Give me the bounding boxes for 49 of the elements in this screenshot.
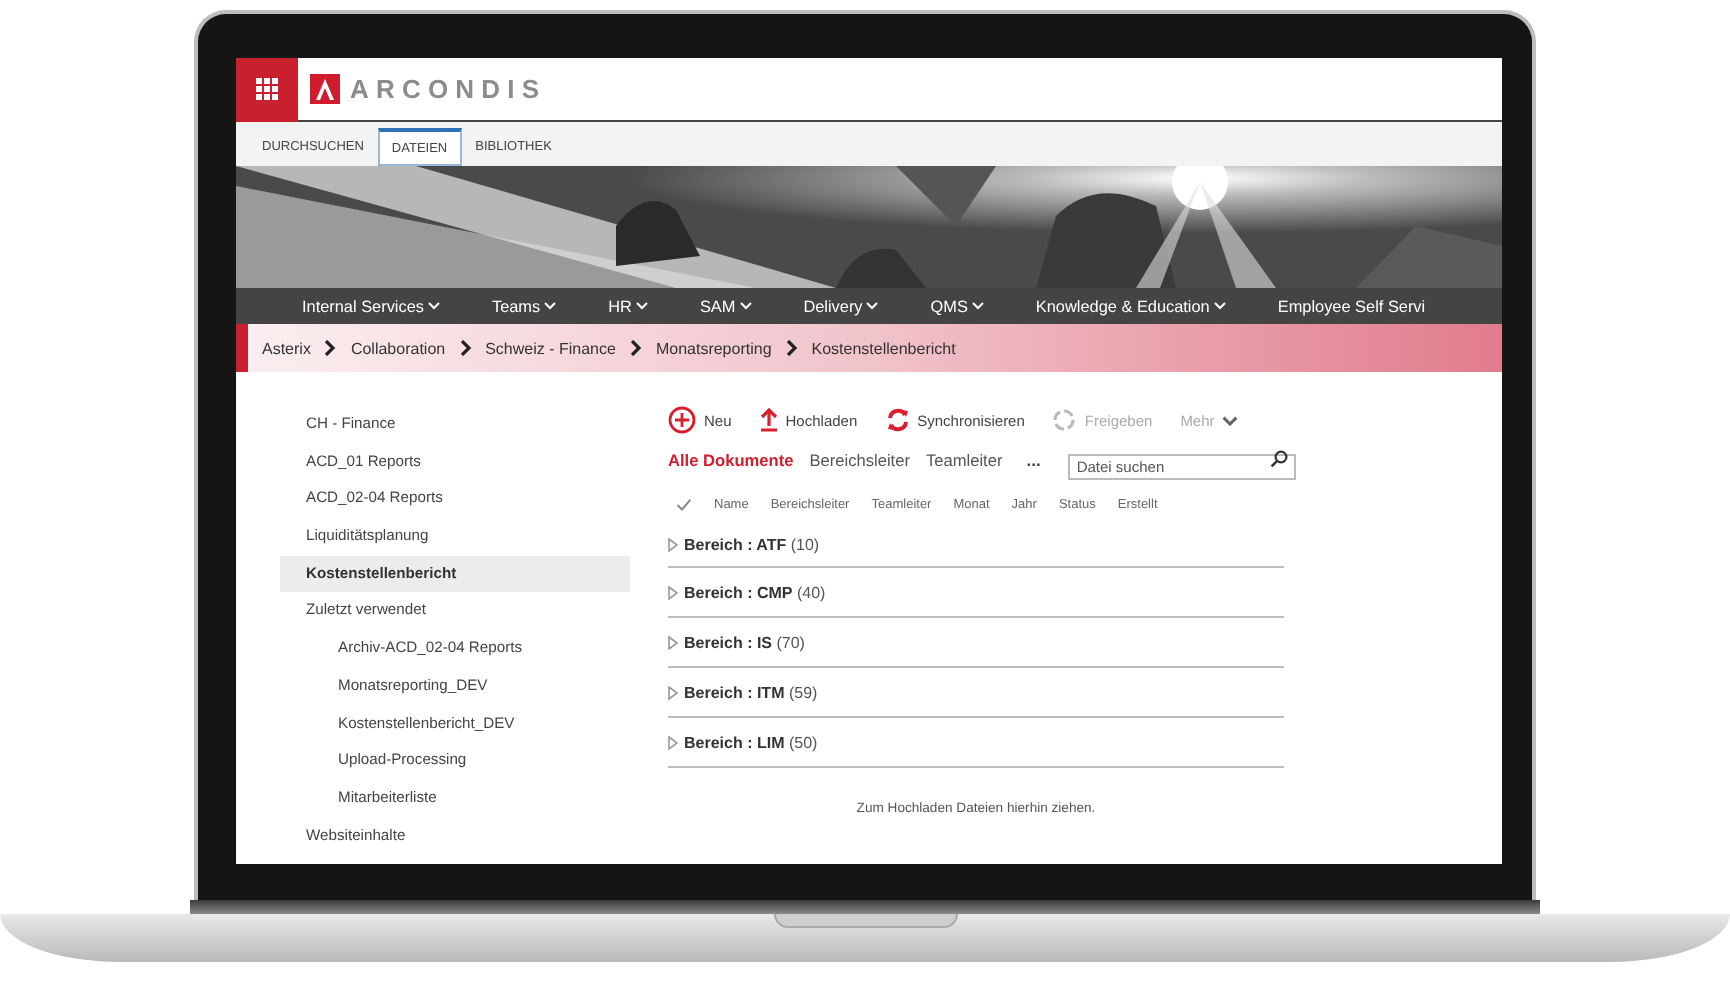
chevron-right-icon: [324, 340, 337, 356]
chevron-down-icon: [544, 302, 557, 310]
group-heading[interactable]: Bereich : ATF (10): [684, 536, 820, 554]
nav-menu-item[interactable]: Teams: [491, 297, 557, 315]
expand-arrow-icon[interactable]: [668, 538, 678, 552]
nav-menu-item[interactable]: SAM: [699, 297, 752, 315]
nav-menu-item[interactable]: QMS: [930, 297, 984, 315]
chevron-down-icon: [427, 302, 440, 310]
expand-arrow-icon[interactable]: [668, 635, 678, 649]
nav-menu-item[interactable]: Delivery: [803, 297, 879, 315]
more-views-button[interactable]: ...: [1018, 449, 1049, 469]
nav-menu-item[interactable]: HR: [608, 297, 648, 315]
chevron-down-icon: [866, 302, 879, 310]
group-heading[interactable]: Bereich : IS (70): [684, 633, 805, 651]
chevron-down-icon: [1213, 302, 1226, 310]
expand-arrow-icon[interactable]: [668, 735, 678, 749]
upload-icon: [759, 408, 778, 432]
breadcrumb-link[interactable]: Monatsreporting: [655, 339, 772, 357]
share-icon: [1052, 408, 1077, 432]
breadcrumb-link[interactable]: Kostenstellenbericht: [811, 339, 956, 357]
nav-menu-item[interactable]: Knowledge & Education: [1035, 297, 1226, 315]
chevron-down-icon: [971, 302, 984, 310]
view-tab[interactable]: Bereichsleiter: [809, 449, 910, 469]
chevron-right-icon: [459, 340, 472, 356]
view-tab[interactable]: Alle Dokumente: [668, 449, 794, 469]
group-heading[interactable]: Bereich : ITM (59): [684, 683, 818, 701]
group-heading[interactable]: Bereich : LIM (50): [684, 733, 818, 751]
grid-icon: [256, 78, 278, 100]
nav-menu-item[interactable]: Employee Self Servi: [1277, 297, 1426, 315]
chevron-down-icon: [739, 302, 752, 310]
breadcrumb-link[interactable]: Collaboration: [350, 339, 446, 357]
breadcrumb-link[interactable]: Schweiz - Finance: [485, 339, 616, 357]
chevron-right-icon: [785, 340, 798, 356]
plus-icon: [668, 406, 696, 434]
view-tab[interactable]: Teamleiter: [925, 449, 1003, 469]
check-icon: [676, 497, 692, 511]
logo-icon: [310, 74, 340, 104]
search-icon: [1270, 450, 1289, 468]
app-launcher-button[interactable]: [236, 58, 298, 121]
nav-menu-item[interactable]: Internal Services: [302, 297, 440, 315]
breadcrumb-link[interactable]: Asterix: [262, 339, 311, 357]
group-heading[interactable]: Bereich : CMP (40): [684, 583, 826, 601]
sync-icon: [885, 408, 910, 432]
chevron-down-icon: [635, 302, 648, 310]
brand-name: ARCONDIS: [350, 74, 547, 104]
chevron-right-icon: [629, 340, 642, 356]
chevron-down-icon: [1222, 415, 1239, 425]
expand-arrow-icon[interactable]: [668, 685, 678, 699]
expand-arrow-icon[interactable]: [668, 585, 678, 599]
